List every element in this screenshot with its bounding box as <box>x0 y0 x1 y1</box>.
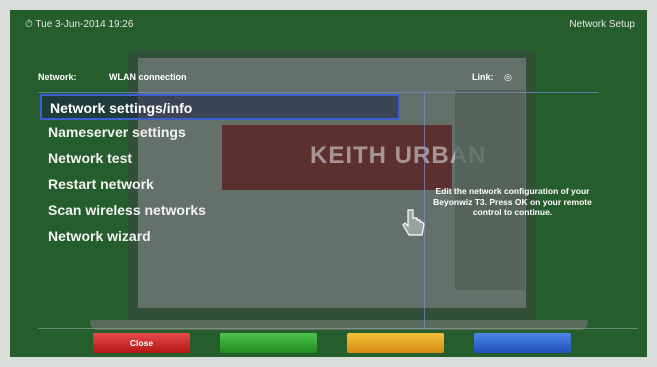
link-status-icon: ◎ <box>504 72 512 82</box>
menu-item-network-settings[interactable]: Network settings/info <box>40 94 400 120</box>
network-setup-screen: KEITH URBAN ⏱ Tue 3-Jun-2014 19:26 Netwo… <box>10 10 647 357</box>
menu-item-restart-network[interactable]: Restart network <box>40 172 400 198</box>
menu-item-network-test[interactable]: Network test <box>40 146 400 172</box>
page-title: Network Setup <box>569 19 635 30</box>
blue-button[interactable] <box>474 333 571 353</box>
help-description: Edit the network configuration of your B… <box>433 186 592 217</box>
close-button[interactable]: Close <box>93 333 190 353</box>
clock: ⏱ Tue 3-Jun-2014 19:26 <box>25 19 134 30</box>
bottom-divider <box>38 328 638 329</box>
network-menu: Network settings/info Nameserver setting… <box>40 94 400 250</box>
network-status: Network: WLAN connection <box>38 72 187 82</box>
top-bar: ⏱ Tue 3-Jun-2014 19:26 Network Setup <box>10 10 647 40</box>
divider-line <box>38 92 598 93</box>
link-status: Link: ◎ <box>472 72 512 83</box>
menu-item-network-wizard[interactable]: Network wizard <box>40 224 400 250</box>
pointer-hand-icon <box>402 209 425 236</box>
menu-item-nameserver-settings[interactable]: Nameserver settings <box>40 120 400 146</box>
yellow-button[interactable] <box>347 333 444 353</box>
green-button[interactable] <box>220 333 317 353</box>
link-label: Link: <box>472 72 494 82</box>
network-value: WLAN connection <box>109 72 187 82</box>
tv-screen-frame: KEITH URBAN ⏱ Tue 3-Jun-2014 19:26 Netwo… <box>0 0 657 367</box>
network-label: Network: <box>38 72 77 82</box>
menu-item-scan-wireless-networks[interactable]: Scan wireless networks <box>40 198 400 224</box>
